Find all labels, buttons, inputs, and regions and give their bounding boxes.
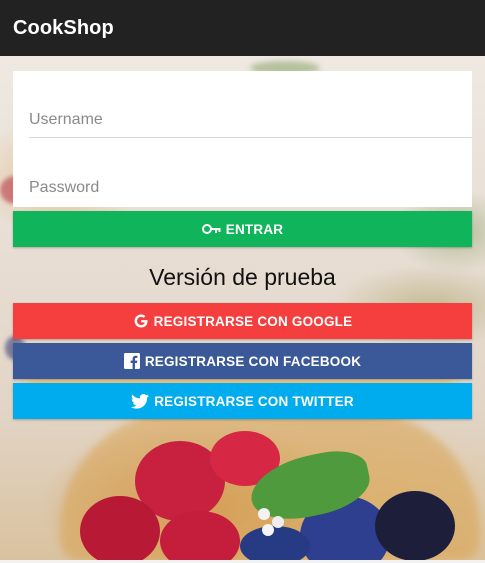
facebook-icon bbox=[123, 353, 140, 369]
key-icon bbox=[201, 224, 221, 234]
password-field-wrapper bbox=[29, 179, 472, 201]
enter-button[interactable]: ENTRAR bbox=[13, 211, 472, 247]
register-google-label: REGISTRARSE CON GOOGLE bbox=[153, 313, 353, 329]
trial-version-label: Versión de prueba bbox=[149, 264, 336, 290]
enter-button-label: ENTRAR bbox=[225, 221, 284, 237]
register-google-button[interactable]: REGISTRARSE CON GOOGLE bbox=[13, 303, 472, 339]
twitter-icon bbox=[131, 393, 150, 409]
password-input[interactable] bbox=[29, 179, 472, 197]
register-twitter-label: REGISTRARSE CON TWITTER bbox=[154, 393, 354, 409]
app-bar: CookShop bbox=[0, 0, 485, 56]
register-facebook-button[interactable]: REGISTRARSE CON FACEBOOK bbox=[13, 343, 472, 379]
register-facebook-label: REGISTRARSE CON FACEBOOK bbox=[144, 353, 362, 369]
google-icon bbox=[133, 313, 149, 329]
username-field-wrapper bbox=[29, 111, 472, 138]
app-title: CookShop bbox=[13, 16, 114, 39]
login-card bbox=[13, 71, 472, 207]
register-twitter-button[interactable]: REGISTRARSE CON TWITTER bbox=[13, 383, 472, 419]
username-input[interactable] bbox=[29, 111, 472, 129]
